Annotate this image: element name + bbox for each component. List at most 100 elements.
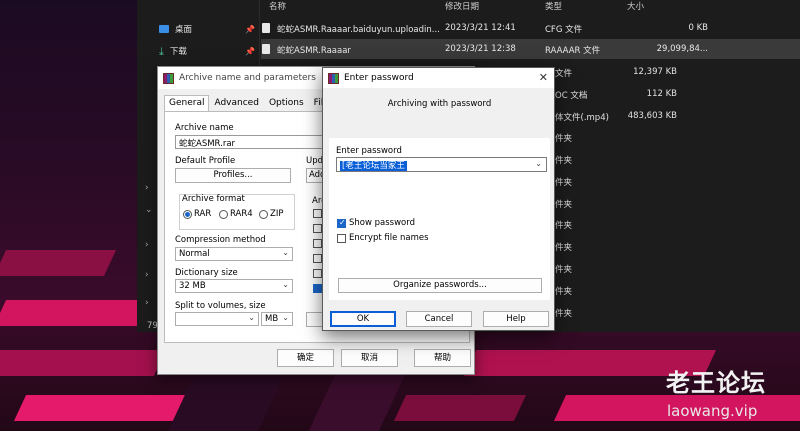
- file-row-selected[interactable]: 蛇蛇ASMR.Raaaar 2023/3/21 12:38 RAAAAR 文件 …: [261, 39, 800, 59]
- chevron-down-icon[interactable]: ⌄: [145, 205, 153, 215]
- format-zip-radio[interactable]: ZIP: [259, 209, 283, 219]
- download-icon: ⤓: [159, 44, 164, 58]
- file-date: 2023/3/21 12:41: [445, 23, 516, 33]
- dialog-title: Enter password: [344, 73, 414, 83]
- file-type: OC 文档: [555, 91, 588, 101]
- file-size: 483,603 KB: [627, 111, 677, 121]
- header-size[interactable]: 大小: [627, 0, 644, 12]
- tab-bar: General Advanced Options Files: [164, 95, 338, 111]
- file-type: 件夹: [555, 178, 573, 188]
- file-type: 件夹: [555, 265, 573, 275]
- radio-label: RAR4: [230, 209, 253, 219]
- file-type: RAAAAR 文件: [545, 46, 601, 56]
- checkbox-label: Encrypt file names: [349, 233, 429, 243]
- file-type: 件夹: [555, 309, 573, 319]
- file-type: 件夹: [555, 287, 573, 297]
- desktop-icon: [159, 25, 169, 33]
- archiving-option-checkbox-checked[interactable]: [313, 284, 322, 293]
- radio-indicator: [259, 209, 268, 219]
- format-rar-radio[interactable]: RAR: [183, 209, 211, 219]
- archive-name-label: Archive name: [175, 123, 234, 133]
- header-type[interactable]: 类型: [545, 0, 562, 12]
- archiving-option-checkbox[interactable]: [313, 209, 322, 218]
- dialog-title: Archive name and parameters: [179, 73, 316, 83]
- archiving-option-checkbox[interactable]: [313, 269, 322, 278]
- chevron-down-icon: ⌄: [282, 248, 289, 257]
- dictionary-size-select[interactable]: 32 MB ⌄: [175, 279, 293, 293]
- tab-general[interactable]: General: [164, 95, 210, 111]
- select-value: MB: [265, 314, 279, 324]
- chevron-down-icon: ⌄: [282, 313, 289, 322]
- chevron-right-icon[interactable]: ›: [145, 183, 149, 193]
- watermark-url: laowang.vip: [667, 402, 758, 420]
- file-icon: [262, 23, 270, 33]
- dialog-titlebar[interactable]: Enter password: [323, 68, 554, 88]
- enter-password-dialog: Enter password ✕ Archiving with password…: [322, 67, 555, 331]
- file-size: 29,099,84...: [656, 44, 708, 54]
- sidebar-item-label: 桌面: [175, 25, 193, 35]
- split-volumes-label: Split to volumes, size: [175, 301, 266, 311]
- chevron-right-icon[interactable]: ›: [145, 270, 149, 280]
- tab-options[interactable]: Options: [264, 95, 309, 111]
- default-profile-label: Default Profile: [175, 156, 236, 166]
- ok-button[interactable]: 确定: [277, 349, 334, 367]
- archiving-option-checkbox[interactable]: [313, 239, 322, 248]
- chevron-down-icon: ⌄: [282, 280, 289, 289]
- sidebar-item-desktop[interactable]: 桌面 📌: [159, 21, 255, 37]
- cancel-button[interactable]: 取消: [341, 349, 398, 367]
- help-button[interactable]: 帮助: [414, 349, 471, 367]
- file-name: 蛇蛇ASMR.Raaaar: [277, 46, 351, 56]
- password-input[interactable]: [老王论坛当家王 ⌄: [336, 157, 547, 172]
- file-date: 2023/3/21 12:38: [445, 44, 516, 54]
- checkbox-indicator: [337, 233, 346, 243]
- file-type: 件夹: [555, 243, 573, 253]
- chevron-down-icon: ⌄: [248, 313, 255, 322]
- radio-label: RAR: [194, 209, 212, 219]
- chevron-down-icon[interactable]: ⌄: [535, 159, 542, 168]
- close-icon[interactable]: ✕: [539, 71, 548, 84]
- split-size-input[interactable]: ⌄: [175, 312, 259, 326]
- radio-indicator: [183, 209, 192, 219]
- sidebar-item-downloads[interactable]: ⤓ 下载 📌: [159, 43, 255, 59]
- ok-button[interactable]: OK: [330, 311, 396, 327]
- chevron-right-icon[interactable]: ›: [145, 298, 149, 308]
- file-type: 件夹: [555, 156, 573, 166]
- format-rar4-radio[interactable]: RAR4: [219, 209, 253, 219]
- dialog-subtitle: Archiving with password: [387, 99, 492, 109]
- show-password-checkbox[interactable]: Show password: [337, 218, 415, 228]
- archive-name-input[interactable]: 蛇蛇ASMR.rar: [175, 135, 333, 149]
- help-button[interactable]: Help: [483, 311, 549, 327]
- split-unit-select[interactable]: MB ⌄: [261, 312, 293, 326]
- cancel-button[interactable]: Cancel: [406, 311, 472, 327]
- file-size: 0 KB: [688, 23, 708, 33]
- profiles-button[interactable]: Profiles...: [175, 168, 291, 183]
- file-type: 文件: [555, 69, 573, 79]
- file-row[interactable]: 蛇蛇ASMR.Raaaar.baiduyun.uploadin... 2023/…: [261, 18, 800, 38]
- checkbox-indicator: [337, 218, 346, 228]
- tab-advanced[interactable]: Advanced: [209, 95, 263, 111]
- radio-label: ZIP: [270, 209, 284, 219]
- archiving-option-checkbox[interactable]: [313, 254, 322, 263]
- file-type: CFG 文件: [545, 25, 583, 35]
- archive-format-label: Archive format: [182, 194, 245, 204]
- file-type: 件夹: [555, 200, 573, 210]
- pin-icon: 📌: [245, 46, 255, 56]
- file-icon: [262, 44, 270, 54]
- chevron-right-icon[interactable]: ›: [145, 240, 149, 250]
- sidebar-item-label: 下载: [169, 47, 187, 57]
- file-size: 12,397 KB: [633, 67, 677, 77]
- archiving-option-checkbox[interactable]: [313, 224, 322, 233]
- compression-method-select[interactable]: Normal ⌄: [175, 247, 293, 261]
- winrar-icon: [163, 72, 174, 84]
- organize-passwords-button[interactable]: Organize passwords...: [338, 278, 542, 293]
- file-type: 件夹: [555, 221, 573, 231]
- pin-icon: 📌: [245, 24, 255, 34]
- radio-indicator: [219, 209, 228, 219]
- watermark-text: 老王论坛: [666, 369, 766, 397]
- password-value: [老王论坛当家王: [340, 161, 407, 171]
- file-name: 蛇蛇ASMR.Raaaar.baiduyun.uploadin...: [277, 25, 440, 35]
- encrypt-file-names-checkbox[interactable]: Encrypt file names: [337, 233, 429, 243]
- header-name[interactable]: 名称: [269, 0, 286, 12]
- winrar-icon: [328, 72, 339, 84]
- header-date[interactable]: 修改日期: [445, 0, 479, 12]
